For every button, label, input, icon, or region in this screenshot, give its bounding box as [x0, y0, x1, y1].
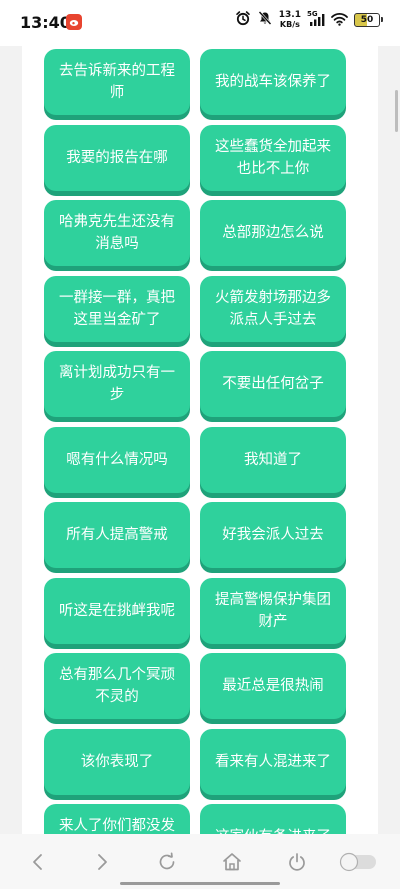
phrase-button[interactable]: 好我会派人过去	[200, 502, 346, 568]
phrase-button[interactable]: 这家伙有备进来了	[200, 804, 346, 834]
wifi-icon	[331, 11, 348, 30]
network-speed-value: 13.1	[278, 10, 301, 20]
phrase-button[interactable]: 不要出任何岔子	[200, 351, 346, 417]
phrase-button[interactable]: 这些蠢货全加起来也比不上你	[200, 124, 346, 191]
network-speed: 13.1 KB/s	[278, 10, 301, 30]
phrase-button[interactable]: 最近总是很热闹	[200, 653, 346, 719]
phrase-button[interactable]: 总部那边怎么说	[200, 200, 346, 266]
phrase-button[interactable]: 我知道了	[200, 426, 346, 493]
phrase-button[interactable]: 我的战车该保养了	[200, 49, 346, 115]
phrase-button[interactable]: 总有那么几个冥顽不灵的	[44, 653, 190, 719]
status-time: 13:40	[20, 13, 71, 32]
scrollbar[interactable]	[395, 90, 398, 132]
phrase-button[interactable]: 该你表现了	[44, 728, 190, 795]
forward-icon[interactable]	[88, 848, 116, 876]
phrase-button[interactable]: 我要的报告在哪	[44, 124, 190, 191]
reload-icon[interactable]	[153, 848, 181, 876]
status-bar: 13:40 13.1 KB/s 5G 50	[0, 0, 400, 46]
phrase-button[interactable]: 哈弗克先生还没有消息吗	[44, 200, 190, 266]
phrase-button[interactable]: 看来有人混进来了	[200, 728, 346, 795]
battery-icon: 50	[354, 13, 383, 27]
toggle-icon[interactable]	[338, 848, 378, 876]
phrase-button[interactable]: 听这是在挑衅我呢	[44, 577, 190, 644]
home-indicator[interactable]	[120, 882, 280, 885]
back-icon[interactable]	[24, 848, 52, 876]
mute-icon	[257, 10, 273, 30]
phrase-button[interactable]: 离计划成功只有一步	[44, 351, 190, 417]
phrase-page: 去告诉新来的工程师 我的战车该保养了 我要的报告在哪 这些蠢货全加起来也比不上你 哈弗克…	[22, 46, 378, 834]
phrase-button[interactable]: 来人了你们都没发现吗	[44, 804, 190, 834]
phrase-button[interactable]: 去告诉新来的工程师	[44, 49, 190, 115]
phrase-button[interactable]: 一群接一群，真把这里当金矿了	[44, 275, 190, 342]
alarm-icon	[235, 10, 251, 30]
home-icon[interactable]	[218, 848, 246, 876]
status-icons: 13.1 KB/s 5G 50	[235, 10, 383, 30]
phrase-button[interactable]: 所有人提高警戒	[44, 502, 190, 568]
signal-icon: 5G	[307, 10, 325, 27]
weibo-icon	[66, 14, 82, 30]
phrase-button[interactable]: 火箭发射场那边多派点人手过去	[200, 275, 346, 342]
phrase-button[interactable]: 提高警惕保护集团财产	[200, 577, 346, 644]
network-speed-unit: KB/s	[279, 20, 300, 29]
phrase-button[interactable]: 嗯有什么情况吗	[44, 426, 190, 493]
browser-nav-bar	[0, 834, 400, 889]
power-icon[interactable]	[283, 848, 311, 876]
